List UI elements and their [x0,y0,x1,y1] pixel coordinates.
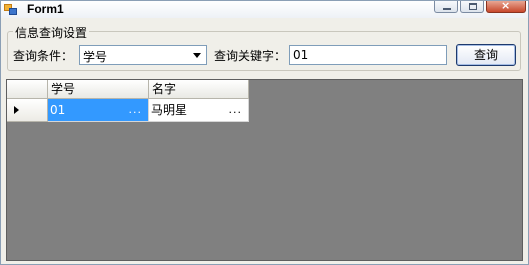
group-title: 信息查询设置 [13,24,90,41]
window-title: Form1 [27,2,64,16]
column-header-name[interactable]: 名字 [149,80,249,99]
minimize-button[interactable] [434,1,458,13]
keyword-input[interactable]: 01 [289,45,447,65]
condition-combobox[interactable]: 学号 [79,45,207,65]
dropdown-arrow-icon[interactable] [193,53,201,58]
search-button[interactable]: 查询 [456,44,516,66]
grid-corner-header[interactable] [7,80,48,99]
data-grid[interactable]: 学号 名字 01 ... 马明星 ... [6,79,523,261]
window-controls: × [434,0,526,13]
cell-ellipsis: ... [228,103,242,116]
main-window: Form1 × 信息查询设置 查询条件： 学号 查询关键字： 01 查询 学号 … [0,0,529,265]
app-icon[interactable] [4,4,17,15]
title-bar[interactable]: Form1 × [1,0,528,18]
condition-label: 查询条件： [13,49,74,63]
keyword-value: 01 [293,48,309,62]
minimize-icon [443,8,451,10]
close-icon: × [501,0,511,12]
row-header[interactable] [7,99,48,122]
condition-value: 学号 [83,50,108,64]
current-row-arrow-icon [14,106,19,114]
cell-name-value: 马明星 [151,103,188,117]
cell-ellipsis: ... [128,103,142,116]
keyword-label: 查询关键字： [214,49,287,63]
maximize-icon [469,3,477,10]
close-button[interactable]: × [486,0,526,13]
grid-header: 学号 名字 [7,80,249,99]
column-header-student-id[interactable]: 学号 [48,80,149,99]
cell-student-id-value: 01 [50,103,66,117]
table-row[interactable]: 01 ... 马明星 ... [7,99,249,122]
maximize-button[interactable] [460,1,484,13]
cell-student-id[interactable]: 01 ... [48,99,149,122]
cell-name[interactable]: 马明星 ... [149,99,249,122]
app-icon-window-front [9,8,17,15]
